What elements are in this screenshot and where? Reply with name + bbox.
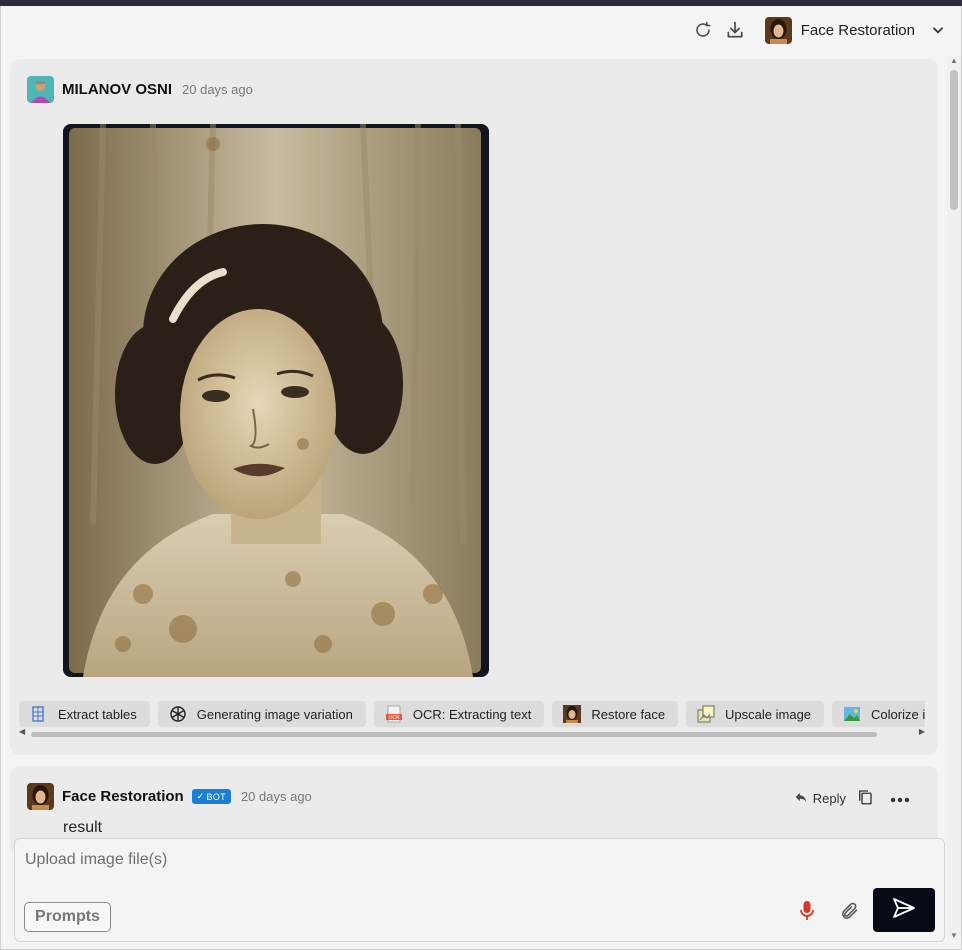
scroll-up-arrow-icon[interactable]: ▲ [950, 56, 958, 65]
scroll-down-arrow-icon[interactable]: ▼ [950, 931, 958, 940]
bot-selector[interactable]: Face Restoration [764, 16, 948, 44]
message-composer: Prompts [14, 838, 945, 942]
author-name[interactable]: Face Restoration [62, 788, 184, 805]
vertical-scrollbar[interactable]: ▲ ▼ [947, 56, 961, 940]
scroll-thumb[interactable] [950, 70, 958, 210]
bot-avatar [764, 16, 792, 44]
bot-name: Face Restoration [800, 21, 915, 39]
copy-icon[interactable] [856, 788, 874, 809]
action-chip-label: Colorize i [871, 706, 925, 722]
svg-text:OCR: OCR [388, 715, 400, 721]
horizontal-scroll-thumb[interactable] [31, 732, 877, 737]
header: Face Restoration [687, 14, 948, 46]
action-chip-upscale[interactable]: Upscale image [686, 701, 825, 727]
uploaded-photo[interactable] [63, 124, 489, 677]
openai-icon [169, 705, 187, 723]
scroll-left-arrow-icon[interactable]: ◀ [19, 727, 25, 736]
ocr-icon: OCR [385, 705, 403, 723]
reply-label: Reply [812, 791, 846, 806]
bot-badge-label: BOT [206, 791, 226, 802]
chevron-down-icon[interactable] [928, 20, 948, 40]
landscape-icon [843, 705, 861, 723]
action-chip-restore-face[interactable]: Restore face [552, 701, 679, 727]
refresh-icon[interactable] [687, 14, 719, 46]
message-header: Face Restoration ✓ BOT 20 days ago [27, 783, 312, 810]
action-chip-label: Generating image variation [196, 706, 353, 722]
action-chip-label: OCR: Extracting text [412, 706, 532, 722]
action-chip-colorize[interactable]: Colorize i [832, 701, 925, 727]
action-chip-label: Restore face [591, 706, 666, 722]
action-chip-label: Extract tables [58, 706, 137, 722]
action-chip-ocr[interactable]: OCR OCR: Extracting text [373, 701, 545, 727]
action-chip-extract-tables[interactable]: Extract tables [19, 701, 150, 727]
attach-icon[interactable] [837, 899, 861, 923]
download-icon[interactable] [719, 14, 751, 46]
bot-badge: ✓ BOT [191, 789, 231, 804]
message-text: result [63, 819, 103, 836]
microphone-icon[interactable] [795, 899, 819, 923]
author-name[interactable]: MILANOV OSNI [62, 81, 172, 98]
action-chips-scrollbar[interactable]: ◀ ▶ [19, 727, 925, 739]
action-chip-image-variation[interactable]: Generating image variation [157, 701, 366, 727]
table-icon [30, 705, 48, 723]
message-input[interactable] [25, 851, 725, 869]
send-icon [892, 897, 916, 924]
face-icon [563, 705, 582, 723]
message-actions: Reply [794, 788, 910, 809]
message-card-user: MILANOV OSNI 20 days ago Extract tables … [10, 59, 938, 755]
upscale-icon [697, 705, 715, 723]
reply-button[interactable]: Reply [794, 790, 846, 807]
check-icon: ✓ [196, 791, 205, 801]
prompts-button[interactable]: Prompts [24, 902, 111, 932]
message-header: MILANOV OSNI 20 days ago [27, 76, 253, 103]
avatar[interactable] [27, 76, 54, 103]
timestamp: 20 days ago [240, 789, 312, 804]
more-options-icon[interactable] [890, 791, 910, 806]
timestamp: 20 days ago [182, 82, 253, 97]
send-button[interactable] [873, 888, 935, 932]
avatar[interactable] [27, 783, 54, 810]
action-chip-label: Upscale image [725, 706, 812, 722]
scroll-right-arrow-icon[interactable]: ▶ [919, 727, 925, 736]
reply-icon [794, 790, 808, 807]
